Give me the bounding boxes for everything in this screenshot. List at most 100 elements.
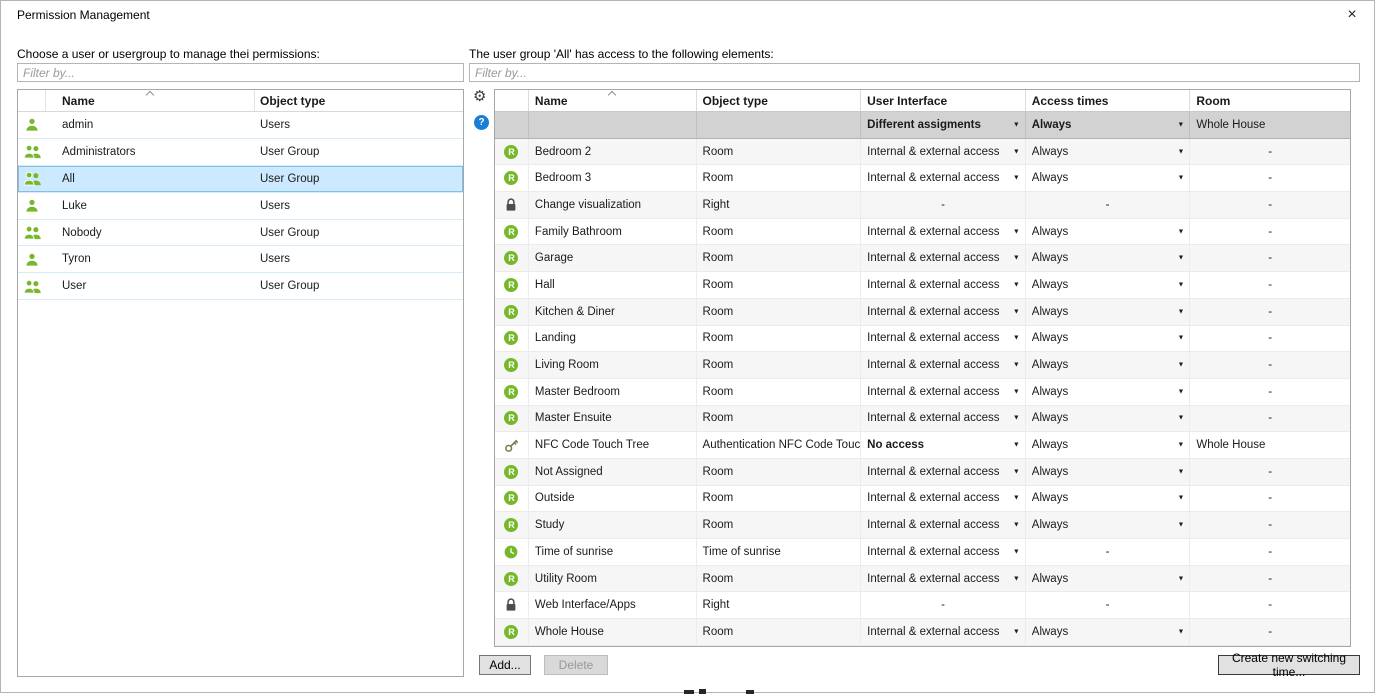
dropdown-arrow-icon[interactable]: ▼ (1013, 175, 1020, 182)
user-interface-dropdown[interactable]: Internal & external access▼ (861, 512, 1026, 538)
permission-row[interactable]: RUtility RoomRoomInternal & external acc… (495, 566, 1350, 593)
user-interface-dropdown[interactable]: Internal & external access▼ (861, 219, 1026, 245)
dropdown-arrow-icon[interactable]: ▼ (1177, 575, 1184, 582)
dropdown-arrow-icon[interactable]: ▼ (1013, 148, 1020, 155)
user-interface-dropdown[interactable]: Internal & external access▼ (861, 459, 1026, 485)
user-row[interactable]: NobodyUser Group (18, 220, 463, 247)
user-interface-dropdown[interactable]: Internal & external access▼ (861, 299, 1026, 325)
dropdown-arrow-icon[interactable]: ▼ (1177, 281, 1184, 288)
access-times-dropdown[interactable]: Always▼ (1026, 326, 1191, 352)
dropdown-arrow-icon[interactable]: ▼ (1177, 495, 1184, 502)
permission-row[interactable]: RLandingRoomInternal & external access▼A… (495, 326, 1350, 353)
access-times-dropdown[interactable]: Always▼ (1026, 299, 1191, 325)
dropdown-arrow-icon[interactable]: ▼ (1177, 362, 1184, 369)
dropdown-arrow-icon[interactable]: ▼ (1177, 308, 1184, 315)
permission-row[interactable]: RHallRoomInternal & external access▼Alwa… (495, 272, 1350, 299)
dropdown-arrow-icon[interactable]: ▼ (1177, 121, 1184, 128)
access-times-dropdown[interactable]: Always▼ (1026, 566, 1191, 592)
add-button[interactable]: Add... (479, 655, 531, 675)
dropdown-arrow-icon[interactable]: ▼ (1013, 388, 1020, 395)
permission-row[interactable]: RFamily BathroomRoomInternal & external … (495, 219, 1350, 246)
user-interface-dropdown[interactable]: Internal & external access▼ (861, 139, 1026, 165)
gear-icon[interactable]: ⚙ (473, 89, 486, 104)
dropdown-arrow-icon[interactable]: ▼ (1013, 442, 1020, 449)
user-interface-dropdown[interactable]: Internal & external access▼ (861, 165, 1026, 191)
user-row[interactable]: UserUser Group (18, 273, 463, 300)
dropdown-arrow-icon[interactable]: ▼ (1013, 335, 1020, 342)
dropdown-arrow-icon[interactable]: ▼ (1013, 228, 1020, 235)
permission-row[interactable]: RWhole HouseRoomInternal & external acce… (495, 619, 1350, 646)
access-times-dropdown[interactable]: Always▼ (1026, 272, 1191, 298)
access-times-dropdown[interactable]: Always▼ (1026, 112, 1191, 138)
name-column-header[interactable]: Name (46, 90, 255, 111)
dropdown-arrow-icon[interactable]: ▼ (1177, 442, 1184, 449)
permission-row[interactable]: ROutsideRoomInternal & external access▼A… (495, 486, 1350, 513)
user-interface-dropdown[interactable]: Internal & external access▼ (861, 406, 1026, 432)
dropdown-arrow-icon[interactable]: ▼ (1177, 228, 1184, 235)
permission-row[interactable]: RLiving RoomRoomInternal & external acce… (495, 352, 1350, 379)
access-times-dropdown[interactable]: Always▼ (1026, 139, 1191, 165)
dropdown-arrow-icon[interactable]: ▼ (1013, 308, 1020, 315)
dropdown-arrow-icon[interactable]: ▼ (1013, 495, 1020, 502)
permission-row[interactable]: NFC Code Touch TreeAuthentication NFC Co… (495, 432, 1350, 459)
user-interface-dropdown[interactable]: Internal & external access▼ (861, 272, 1026, 298)
dropdown-arrow-icon[interactable]: ▼ (1177, 522, 1184, 529)
permission-row[interactable]: Time of sunriseTime of sunriseInternal &… (495, 539, 1350, 566)
dropdown-arrow-icon[interactable]: ▼ (1013, 522, 1020, 529)
dropdown-arrow-icon[interactable]: ▼ (1013, 281, 1020, 288)
dropdown-arrow-icon[interactable]: ▼ (1177, 468, 1184, 475)
user-row[interactable]: AdministratorsUser Group (18, 139, 463, 166)
permission-row[interactable]: Different assigments▼Always▼Whole House (495, 112, 1350, 139)
dropdown-arrow-icon[interactable]: ▼ (1177, 415, 1184, 422)
access-times-column-header[interactable]: Access times (1026, 90, 1191, 111)
user-interface-dropdown[interactable]: Internal & external access▼ (861, 352, 1026, 378)
permission-row[interactable]: RMaster BedroomRoomInternal & external a… (495, 379, 1350, 406)
permission-row[interactable]: Web Interface/AppsRight--- (495, 592, 1350, 619)
access-times-dropdown[interactable]: Always▼ (1026, 432, 1191, 458)
permission-row[interactable]: RKitchen & DinerRoomInternal & external … (495, 299, 1350, 326)
create-switching-time-button[interactable]: Create new switching time... (1218, 655, 1360, 675)
room-column-header[interactable]: Room (1190, 90, 1350, 111)
user-interface-column-header[interactable]: User Interface (861, 90, 1026, 111)
dropdown-arrow-icon[interactable]: ▼ (1013, 575, 1020, 582)
user-interface-dropdown[interactable]: Internal & external access▼ (861, 566, 1026, 592)
user-row[interactable]: LukeUsers (18, 193, 463, 220)
object-type-column-header[interactable]: Object type (697, 90, 862, 111)
dropdown-arrow-icon[interactable]: ▼ (1013, 628, 1020, 635)
access-times-dropdown[interactable]: Always▼ (1026, 406, 1191, 432)
access-times-dropdown[interactable]: Always▼ (1026, 459, 1191, 485)
user-interface-dropdown[interactable]: Internal & external access▼ (861, 245, 1026, 271)
close-icon[interactable]: × (1340, 4, 1364, 26)
permission-row[interactable]: RBedroom 3RoomInternal & external access… (495, 165, 1350, 192)
user-interface-dropdown[interactable]: No access▼ (861, 432, 1026, 458)
user-interface-dropdown[interactable]: Internal & external access▼ (861, 486, 1026, 512)
dropdown-arrow-icon[interactable]: ▼ (1013, 548, 1020, 555)
dropdown-arrow-icon[interactable]: ▼ (1177, 175, 1184, 182)
access-times-dropdown[interactable]: Always▼ (1026, 219, 1191, 245)
access-times-dropdown[interactable]: Always▼ (1026, 619, 1191, 645)
permission-row[interactable]: Change visualizationRight--- (495, 192, 1350, 219)
user-row[interactable]: AllUser Group (18, 166, 463, 193)
permission-row[interactable]: RBedroom 2RoomInternal & external access… (495, 139, 1350, 166)
access-times-dropdown[interactable]: Always▼ (1026, 352, 1191, 378)
dropdown-arrow-icon[interactable]: ▼ (1177, 335, 1184, 342)
user-row[interactable]: adminUsers (18, 112, 463, 139)
name-column-header[interactable]: Name (529, 90, 697, 111)
permission-row[interactable]: RStudyRoomInternal & external access▼Alw… (495, 512, 1350, 539)
element-filter-input[interactable] (469, 63, 1360, 82)
access-times-dropdown[interactable]: Always▼ (1026, 486, 1191, 512)
user-interface-dropdown[interactable]: Internal & external access▼ (861, 619, 1026, 645)
user-filter-input[interactable] (17, 63, 464, 82)
dropdown-arrow-icon[interactable]: ▼ (1013, 415, 1020, 422)
user-interface-dropdown[interactable]: Internal & external access▼ (861, 326, 1026, 352)
user-interface-dropdown[interactable]: Different assigments▼ (861, 112, 1026, 138)
access-times-dropdown[interactable]: Always▼ (1026, 512, 1191, 538)
dropdown-arrow-icon[interactable]: ▼ (1013, 255, 1020, 262)
dropdown-arrow-icon[interactable]: ▼ (1177, 255, 1184, 262)
dropdown-arrow-icon[interactable]: ▼ (1177, 628, 1184, 635)
user-interface-dropdown[interactable]: Internal & external access▼ (861, 379, 1026, 405)
help-icon[interactable]: ? (474, 115, 489, 130)
access-times-dropdown[interactable]: Always▼ (1026, 245, 1191, 271)
access-times-dropdown[interactable]: Always▼ (1026, 165, 1191, 191)
dropdown-arrow-icon[interactable]: ▼ (1013, 362, 1020, 369)
